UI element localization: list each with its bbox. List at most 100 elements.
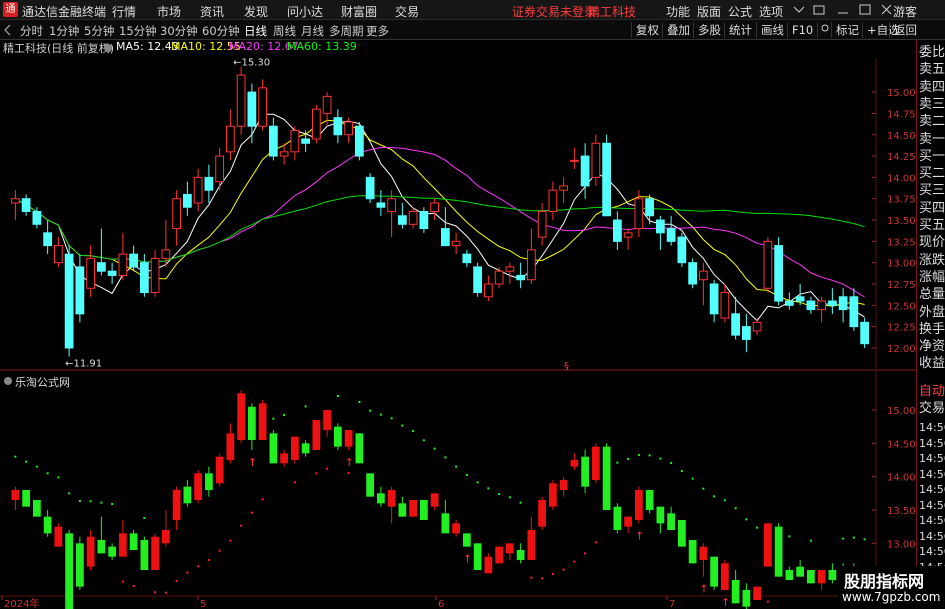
candle-up bbox=[215, 155, 224, 183]
menu-news[interactable]: 资讯 bbox=[200, 3, 224, 20]
indicator-bar bbox=[635, 490, 643, 520]
indicator-dot bbox=[390, 417, 393, 420]
candle-down bbox=[860, 321, 869, 345]
menu-market[interactable]: 市场 bbox=[157, 3, 181, 20]
side-time-value: 14:56 bbox=[919, 467, 945, 481]
side-item-label: 买二 bbox=[919, 166, 945, 182]
login-status[interactable]: 证券交易未登录 bbox=[512, 3, 596, 20]
side-item-label: 换手 bbox=[919, 321, 945, 337]
indicator-dot bbox=[57, 476, 60, 479]
period-15min[interactable]: 15分钟 bbox=[119, 23, 157, 39]
price-axis-label: 12.50 bbox=[887, 301, 916, 312]
indicator-bar bbox=[688, 540, 697, 564]
indicator-bar bbox=[452, 523, 460, 534]
back-button[interactable]: 返回 bbox=[889, 22, 921, 38]
indicator-bar bbox=[151, 536, 159, 570]
side-time-value: 14:56 bbox=[919, 529, 945, 543]
period-intraday[interactable]: 分时 bbox=[20, 23, 43, 39]
candle-down bbox=[462, 253, 472, 264]
candle-up bbox=[537, 211, 547, 238]
candle-up bbox=[451, 240, 461, 247]
side-item-label: 卖三 bbox=[919, 96, 945, 112]
indicator-bar bbox=[430, 493, 439, 507]
indicator-bar bbox=[817, 570, 826, 584]
side-time-value: 14:56 bbox=[919, 545, 945, 558]
f10-button[interactable]: F10 bbox=[787, 22, 817, 38]
trade-tab[interactable]: 交易 bbox=[919, 401, 945, 416]
indicator-bar bbox=[33, 500, 41, 517]
settings-button[interactable] bbox=[817, 22, 831, 38]
candle-up bbox=[172, 198, 181, 230]
period-30min[interactable]: 30分钟 bbox=[160, 23, 198, 39]
adjust-button[interactable]: 复权 bbox=[631, 22, 663, 38]
indicator-bar bbox=[129, 533, 138, 550]
period-daily[interactable]: 日线 bbox=[244, 23, 267, 39]
indicator-bar bbox=[237, 393, 245, 440]
date-axis-label: 7 bbox=[669, 599, 675, 609]
indicator-dot bbox=[745, 518, 748, 521]
side-item-label: 收益 bbox=[919, 356, 945, 372]
statistics-button[interactable]: 统计 bbox=[724, 22, 756, 38]
indicator-toggle-icon[interactable] bbox=[3, 376, 13, 386]
indicator-bar bbox=[549, 483, 557, 507]
candle-down bbox=[333, 117, 343, 136]
indicator-bar bbox=[205, 473, 213, 490]
indicator-bar bbox=[753, 586, 761, 600]
overlay-button[interactable]: 叠加 bbox=[662, 22, 694, 38]
period-monthly[interactable]: 月线 bbox=[301, 23, 324, 39]
indicator-bar bbox=[65, 533, 73, 609]
indicator-dot bbox=[702, 487, 705, 490]
side-item-label: 买三 bbox=[919, 183, 945, 199]
buy-arrow-icon: ↑ bbox=[699, 583, 708, 596]
indicator-axis-label: 14.50 bbox=[887, 439, 916, 450]
indicator-bar bbox=[344, 430, 353, 447]
menu-formula[interactable]: 公式 bbox=[728, 3, 752, 20]
buy-arrow-icon: ↑ bbox=[345, 456, 354, 469]
period-multi[interactable]: 多周期 bbox=[329, 23, 364, 39]
indicator-dot bbox=[530, 576, 533, 579]
period-1min[interactable]: 1分钟 bbox=[49, 23, 79, 39]
draw-line-button[interactable]: 画线 bbox=[756, 22, 788, 38]
side-time-value: 14:56 bbox=[919, 483, 945, 496]
candle-up bbox=[430, 202, 439, 213]
indicator-dot bbox=[713, 495, 716, 498]
menu-discover[interactable]: 发现 bbox=[244, 3, 268, 20]
menu-trade[interactable]: 交易 bbox=[395, 3, 419, 20]
candle-down bbox=[419, 211, 429, 230]
indicator-axis-label: 13.50 bbox=[887, 506, 916, 517]
auto-toggle[interactable]: 自动 bbox=[919, 384, 945, 399]
menu-layout[interactable]: 版面 bbox=[697, 3, 721, 20]
candle-up bbox=[11, 198, 20, 204]
mark-button[interactable]: 标记 bbox=[831, 22, 863, 38]
indicator-bar bbox=[248, 406, 256, 440]
info-toggle-icon[interactable] bbox=[103, 43, 113, 53]
menu-options[interactable]: 选项 bbox=[759, 3, 783, 20]
period-weekly[interactable]: 周线 bbox=[273, 23, 296, 39]
indicator-bar bbox=[495, 546, 503, 564]
candle-down bbox=[376, 202, 386, 208]
period-60min[interactable]: 60分钟 bbox=[202, 23, 240, 39]
guest-login[interactable]: 游客 bbox=[893, 3, 917, 20]
indicator-bar bbox=[183, 486, 192, 504]
period-5min[interactable]: 5分钟 bbox=[84, 23, 114, 39]
menu-function[interactable]: 功能 bbox=[666, 3, 690, 20]
indicator-dot bbox=[347, 472, 350, 474]
indicator-bar bbox=[97, 540, 106, 554]
period-more[interactable]: 更多 bbox=[366, 23, 389, 39]
price-axis-label: 13.00 bbox=[887, 259, 916, 270]
indicator-dot bbox=[369, 409, 372, 412]
menu-ask[interactable]: 问小达 bbox=[287, 3, 323, 20]
indicator-bar bbox=[258, 403, 267, 440]
menu-wealth[interactable]: 财富圈 bbox=[341, 3, 377, 20]
menu-quotes[interactable]: 行情 bbox=[112, 3, 136, 20]
price-axis-label: 13.50 bbox=[887, 216, 916, 227]
indicator-bar bbox=[592, 446, 600, 480]
indicator-dot bbox=[680, 470, 683, 472]
indicator-dot bbox=[379, 413, 382, 416]
side-item-label: 卖五 bbox=[919, 62, 945, 78]
period-toggle-icon[interactable] bbox=[3, 24, 13, 36]
section-marker: § bbox=[564, 361, 569, 372]
multi-stock-button[interactable]: 多股 bbox=[693, 22, 725, 38]
indicator-dot bbox=[154, 591, 157, 594]
kline-chart[interactable]: ←15.30 ←11.91 § ↑ ↑ ↑ ↑ ↑ ↑ 15.00 14.75 14.50 14.2… bbox=[0, 40, 916, 609]
